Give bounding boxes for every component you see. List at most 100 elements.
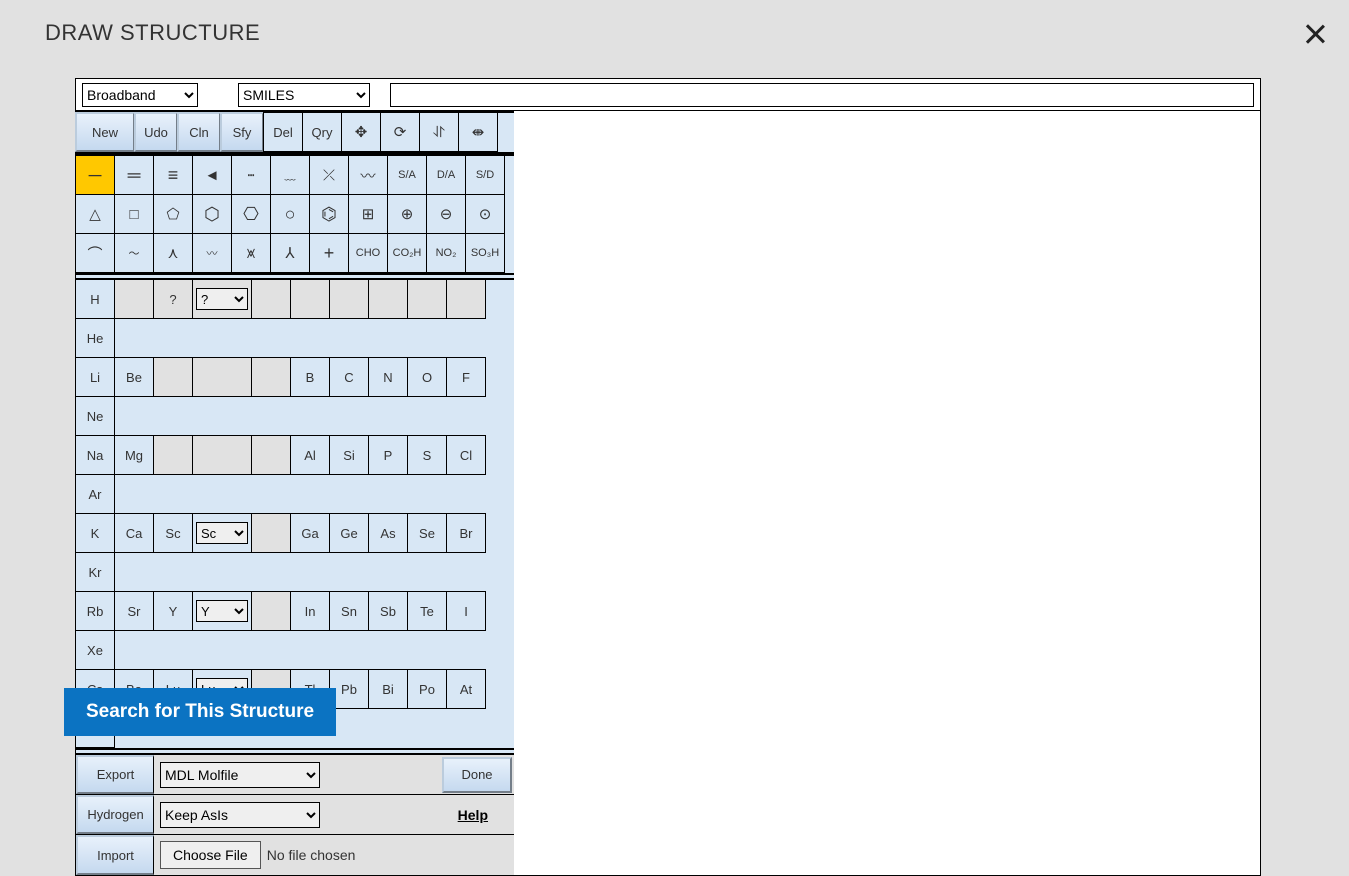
export-format-select[interactable]: MDL Molfile	[160, 762, 320, 788]
double-either-icon[interactable]	[309, 155, 349, 195]
broadband-select[interactable]: Broadband	[82, 83, 198, 107]
element-ne[interactable]: Ne	[75, 396, 115, 436]
element-rb[interactable]: Rb	[75, 591, 115, 631]
benzene-icon[interactable]	[309, 194, 349, 234]
chain-tool-6-icon[interactable]	[270, 233, 310, 273]
smiles-input[interactable]	[390, 83, 1254, 107]
element-c[interactable]: C	[329, 357, 369, 397]
element-select-q[interactable]: ?	[192, 279, 252, 319]
element-te[interactable]: Te	[407, 591, 447, 631]
element-f[interactable]: F	[446, 357, 486, 397]
element-sb[interactable]: Sb	[368, 591, 408, 631]
cyclooctane-icon[interactable]	[270, 194, 310, 234]
hydrogen-button[interactable]: Hydrogen	[76, 795, 154, 834]
hash-bond-icon[interactable]	[231, 155, 271, 195]
element-li[interactable]: Li	[75, 357, 115, 397]
move-tool-icon[interactable]	[341, 112, 381, 152]
element-b[interactable]: B	[290, 357, 330, 397]
plus-charge-icon[interactable]	[387, 194, 427, 234]
cyclopropane-icon[interactable]	[75, 194, 115, 234]
help-link[interactable]: Help	[458, 807, 488, 823]
element-po[interactable]: Po	[407, 669, 447, 709]
element-ge[interactable]: Ge	[329, 513, 369, 553]
element-o[interactable]: O	[407, 357, 447, 397]
element-at[interactable]: At	[446, 669, 486, 709]
element-kr[interactable]: Kr	[75, 552, 115, 592]
element-as[interactable]: As	[368, 513, 408, 553]
triple-bond-icon[interactable]	[153, 155, 193, 195]
co2h-group-button[interactable]: CO₂H	[387, 233, 427, 273]
query-button[interactable]: Qry	[302, 112, 342, 152]
element-si[interactable]: Si	[329, 435, 369, 475]
done-button[interactable]: Done	[442, 757, 512, 793]
element-h[interactable]: H	[75, 279, 115, 319]
export-button[interactable]: Export	[76, 755, 154, 794]
cho-group-button[interactable]: CHO	[348, 233, 388, 273]
element-sn[interactable]: Sn	[329, 591, 369, 631]
element-bi[interactable]: Bi	[368, 669, 408, 709]
drawing-canvas[interactable]	[590, 191, 1258, 873]
wavy-bond-icon[interactable]	[270, 155, 310, 195]
import-button[interactable]: Import	[76, 835, 154, 875]
element-select-sc[interactable]: Sc	[192, 513, 252, 553]
chain-tool-2-icon[interactable]	[114, 233, 154, 273]
close-icon[interactable]	[1301, 20, 1329, 48]
element-xe[interactable]: Xe	[75, 630, 115, 670]
search-structure-button[interactable]: Search for This Structure	[64, 688, 336, 736]
double-aromatic-button[interactable]: D/A	[426, 155, 466, 195]
element-be[interactable]: Be	[114, 357, 154, 397]
element-cl[interactable]: Cl	[446, 435, 486, 475]
wedge-bond-icon[interactable]	[192, 155, 232, 195]
format-select[interactable]: SMILES	[238, 83, 370, 107]
element-al[interactable]: Al	[290, 435, 330, 475]
cyclobutane-icon[interactable]	[114, 194, 154, 234]
clean-button[interactable]: Cln	[177, 112, 221, 152]
cyclopentane-icon[interactable]	[153, 194, 193, 234]
element-n[interactable]: N	[368, 357, 408, 397]
chain-tool-3-icon[interactable]	[153, 233, 193, 273]
element-k[interactable]: K	[75, 513, 115, 553]
chain-tool-4-icon[interactable]	[192, 233, 232, 273]
element-i[interactable]: I	[446, 591, 486, 631]
element-he[interactable]: He	[75, 318, 115, 358]
element-select-y[interactable]: Y	[192, 591, 252, 631]
cyclohexane-icon[interactable]	[192, 194, 232, 234]
element-s[interactable]: S	[407, 435, 447, 475]
minus-charge-icon[interactable]	[426, 194, 466, 234]
hydrogen-mode-select[interactable]: Keep AsIs	[160, 802, 320, 828]
single-aromatic-button[interactable]: S/A	[387, 155, 427, 195]
element-se[interactable]: Se	[407, 513, 447, 553]
so3h-group-button[interactable]: SO₃H	[465, 233, 505, 273]
flip-vertical-icon[interactable]	[458, 112, 498, 152]
element-sc[interactable]: Sc	[153, 513, 193, 553]
chain-bond-icon[interactable]	[348, 155, 388, 195]
radical-icon[interactable]	[465, 194, 505, 234]
chain-tool-5-icon[interactable]	[231, 233, 271, 273]
element-in[interactable]: In	[290, 591, 330, 631]
element-na[interactable]: Na	[75, 435, 115, 475]
element-mg[interactable]: Mg	[114, 435, 154, 475]
element-unknown[interactable]: ?	[153, 279, 193, 319]
rotate-tool-icon[interactable]	[380, 112, 420, 152]
undo-button[interactable]: Udo	[134, 112, 178, 152]
add-tool-icon[interactable]	[309, 233, 349, 273]
single-bond-icon[interactable]	[75, 155, 115, 195]
new-button[interactable]: New	[75, 112, 135, 152]
element-p[interactable]: P	[368, 435, 408, 475]
cycloheptane-icon[interactable]	[231, 194, 271, 234]
flip-horizontal-icon[interactable]	[419, 112, 459, 152]
element-sr[interactable]: Sr	[114, 591, 154, 631]
single-double-button[interactable]: S/D	[465, 155, 505, 195]
simplify-button[interactable]: Sfy	[220, 112, 264, 152]
no2-group-button[interactable]: NO₂	[426, 233, 466, 273]
element-ca[interactable]: Ca	[114, 513, 154, 553]
delete-button[interactable]: Del	[263, 112, 303, 152]
element-ga[interactable]: Ga	[290, 513, 330, 553]
grid-template-icon[interactable]	[348, 194, 388, 234]
element-br[interactable]: Br	[446, 513, 486, 553]
element-ar[interactable]: Ar	[75, 474, 115, 514]
choose-file-button[interactable]: Choose File	[160, 841, 261, 869]
double-bond-icon[interactable]	[114, 155, 154, 195]
chain-tool-1-icon[interactable]	[75, 233, 115, 273]
element-y[interactable]: Y	[153, 591, 193, 631]
